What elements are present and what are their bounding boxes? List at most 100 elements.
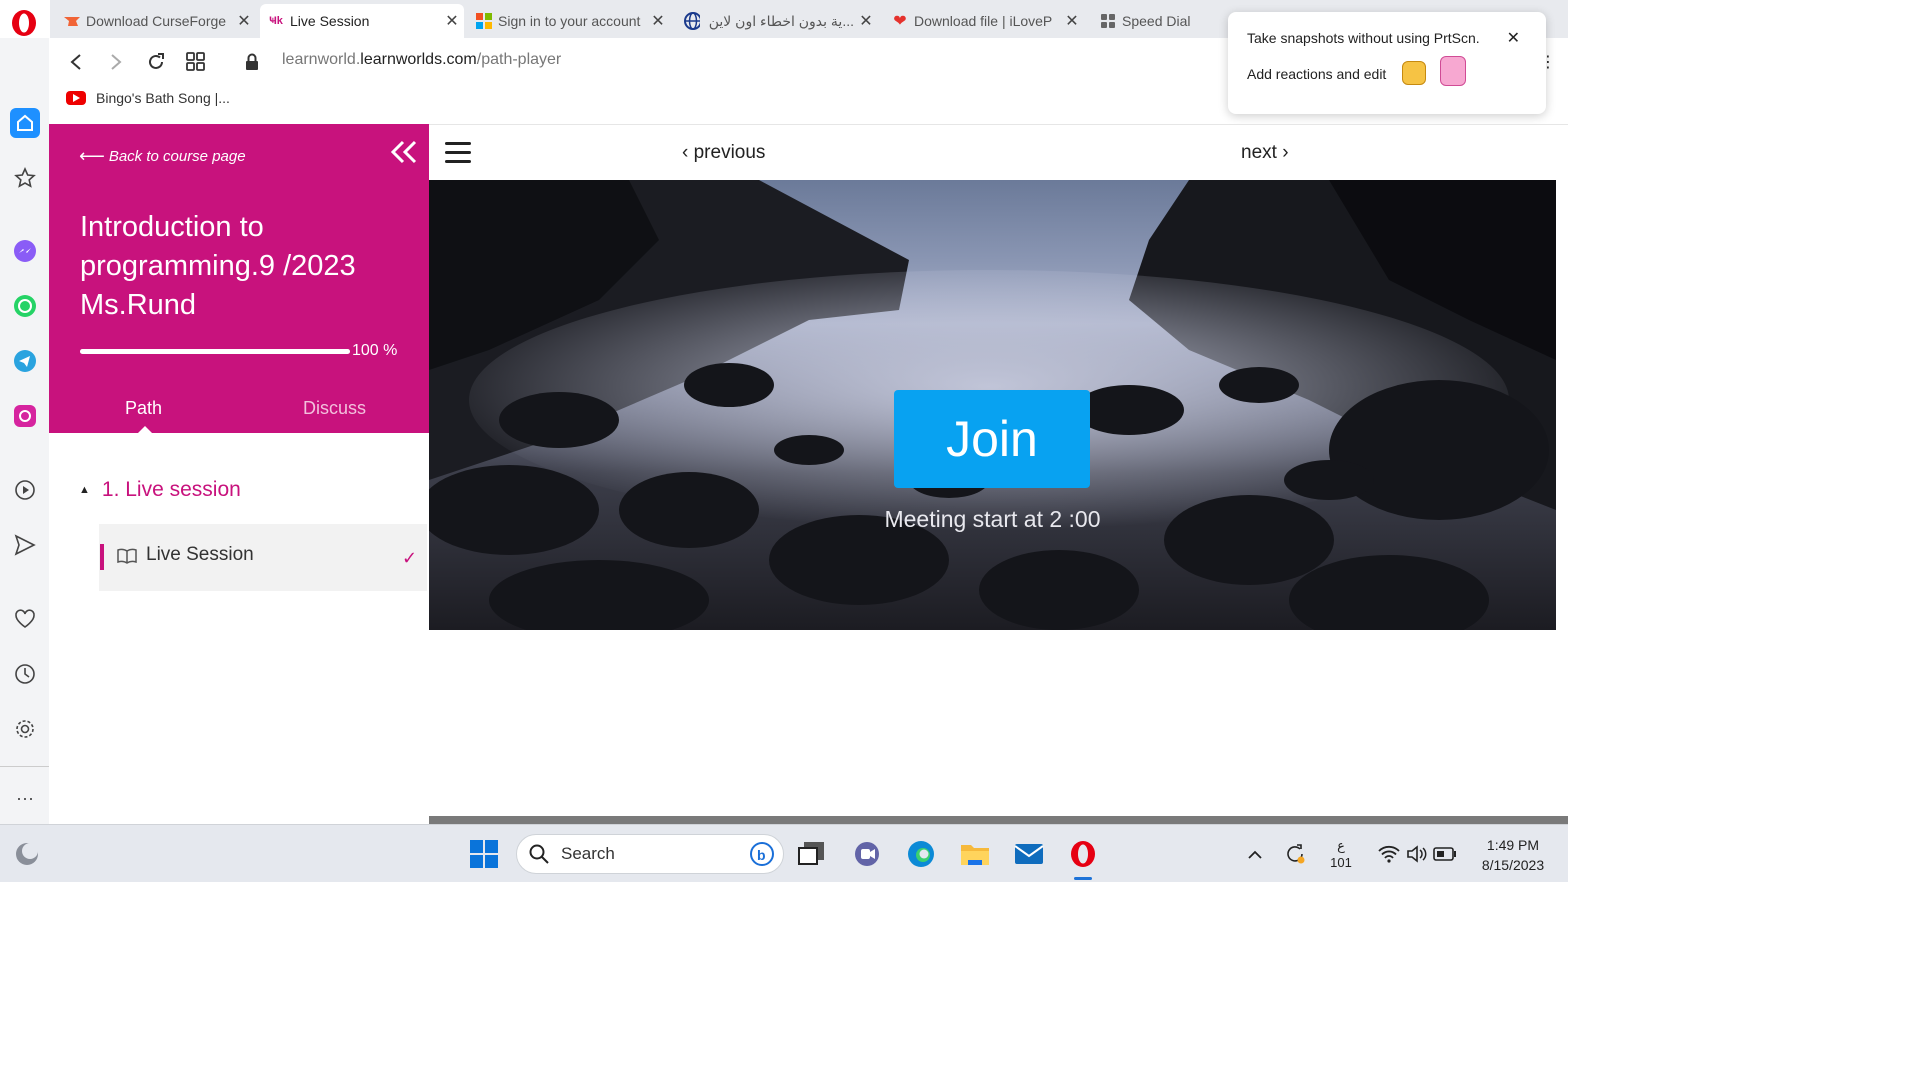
- opera-sidebar: ···: [0, 38, 49, 824]
- heart-icon: ❤: [893, 13, 907, 30]
- taskbar-search-box[interactable]: Search b: [516, 834, 784, 874]
- battery-icon[interactable]: [1428, 837, 1462, 871]
- tab-curseforge[interactable]: Download CurseForge ✕: [56, 4, 256, 38]
- close-tab-icon[interactable]: ✕: [232, 11, 256, 31]
- reload-icon[interactable]: [142, 48, 170, 76]
- course-title: Introduction to programming.9 /2023 Ms.R…: [80, 211, 356, 321]
- course-progress-label: 100 %: [352, 342, 398, 359]
- close-tab-icon[interactable]: ✕: [646, 11, 670, 31]
- task-view-icon[interactable]: [794, 837, 828, 871]
- more-dots-icon[interactable]: ···: [10, 783, 40, 813]
- weather-widget-icon[interactable]: [10, 837, 44, 871]
- tab-title: Sign in to your account: [498, 13, 641, 29]
- bookmark-label: Bingo's Bath Song |...: [96, 90, 230, 106]
- keyboard-layout-label: 101: [1330, 855, 1352, 870]
- next-label: next: [1241, 142, 1277, 163]
- tab-discuss[interactable]: Discuss: [303, 398, 366, 419]
- url-domain: learnworlds.com: [360, 51, 477, 68]
- tabs-grid-icon[interactable]: [182, 48, 210, 76]
- history-icon[interactable]: [10, 659, 40, 689]
- lesson-title: Live Session: [146, 544, 254, 565]
- horizontal-scrollbar[interactable]: [429, 816, 1568, 824]
- opera-menu-icon[interactable]: [8, 6, 40, 38]
- section-live-session[interactable]: ▲ 1. Live session: [79, 478, 241, 502]
- close-tab-icon[interactable]: ✕: [854, 11, 878, 31]
- course-sidebar: ⟵ Back to course page Introduction to pr…: [49, 124, 429, 824]
- caret-up-icon: ▲: [79, 484, 90, 496]
- url-path: /path-player: [476, 51, 562, 68]
- search-label: Search: [561, 844, 615, 863]
- tab-title: Live Session: [290, 13, 370, 29]
- book-icon: [117, 547, 137, 570]
- collapse-sidebar-icon[interactable]: [390, 139, 418, 171]
- active-lesson-indicator: [100, 544, 104, 570]
- tab-live-session[interactable]: Ҹk Live Session ✕: [260, 4, 464, 38]
- lesson-item-live-session[interactable]: Live Session ✓: [99, 524, 427, 591]
- teams-chat-icon[interactable]: [850, 837, 884, 871]
- keyboard-language-indicator[interactable]: ع 101: [1326, 837, 1356, 871]
- snapshot-tip-text-2: Add reactions and edit: [1247, 66, 1387, 82]
- back-icon[interactable]: [62, 48, 90, 76]
- youtube-icon: [66, 91, 86, 105]
- search-icon: [529, 844, 549, 864]
- bing-icon: b: [750, 842, 774, 866]
- home-icon[interactable]: [10, 108, 40, 138]
- player-icon[interactable]: [10, 475, 40, 505]
- url-subdomain: learnworld.: [282, 51, 361, 68]
- tab-title: ...ية بدون اخطاء اون لاين: [708, 12, 854, 29]
- curseforge-icon: [64, 13, 80, 29]
- active-app-indicator: [1074, 877, 1092, 880]
- next-button[interactable]: next ›: [1241, 142, 1289, 164]
- snapshot-tip-popup: Take snapshots without using PrtScn. ✕ A…: [1228, 12, 1546, 114]
- browser-toolbar: Download CurseForge ✕ Ҹk Live Session ✕ …: [0, 0, 1568, 124]
- sync-icon[interactable]: [1278, 837, 1312, 871]
- tab-path[interactable]: Path: [125, 398, 162, 419]
- hamburger-menu-icon[interactable]: [445, 140, 471, 164]
- settings-gear-icon[interactable]: [10, 714, 40, 744]
- tab-title: Speed Dial: [1122, 13, 1191, 29]
- bookmark-bingo[interactable]: Bingo's Bath Song |...: [66, 90, 230, 106]
- windows-taskbar: Search b ع 101 1:49 PM 8/15/2023: [0, 824, 1568, 882]
- messenger-icon[interactable]: [10, 236, 40, 266]
- chevron-left-icon: ‹: [682, 142, 689, 163]
- previous-button[interactable]: ‹ previous: [682, 142, 765, 164]
- clock-date: 8/15/2023: [1481, 857, 1545, 873]
- learnworlds-icon: Ҹk: [269, 15, 283, 27]
- svg-text:b: b: [757, 847, 766, 863]
- emoji-reaction-icon: [1402, 61, 1426, 85]
- opera-taskbar-icon[interactable]: [1066, 837, 1100, 871]
- course-progress-fill: [80, 349, 350, 354]
- bookmarks-star-icon[interactable]: [10, 163, 40, 193]
- tab-speed-dial[interactable]: Speed Dial: [1092, 4, 1212, 38]
- instagram-icon[interactable]: [10, 401, 40, 431]
- send-icon[interactable]: [10, 530, 40, 560]
- back-to-course-link[interactable]: ⟵ Back to course page: [79, 146, 246, 167]
- join-button[interactable]: Join: [894, 390, 1090, 488]
- telegram-icon[interactable]: [10, 346, 40, 376]
- mail-icon[interactable]: [1012, 837, 1046, 871]
- edge-browser-icon[interactable]: [904, 837, 938, 871]
- sticker-icon: [1440, 56, 1466, 86]
- forward-icon[interactable]: [102, 48, 130, 76]
- taskbar-clock[interactable]: 1:49 PM 8/15/2023: [1470, 835, 1556, 875]
- url-field[interactable]: learnworld.learnworlds.com/path-player: [282, 51, 561, 69]
- show-hidden-icons-chevron-up-icon[interactable]: [1238, 837, 1272, 871]
- heart-icon[interactable]: [10, 604, 40, 634]
- course-header: ⟵ Back to course page Introduction to pr…: [49, 124, 429, 434]
- close-popup-icon[interactable]: ✕: [1507, 28, 1520, 48]
- lock-icon[interactable]: [238, 48, 266, 76]
- speed-dial-icon: [1100, 13, 1116, 29]
- tab-title: Download CurseForge: [86, 13, 227, 29]
- tab-microsoft-signin[interactable]: Sign in to your account ✕: [468, 4, 670, 38]
- keyboard-lang-label: ع: [1337, 838, 1345, 853]
- arrow-left-icon: ⟵: [79, 146, 105, 166]
- tab-arabic-spelling[interactable]: ...ية بدون اخطاء اون لاين ✕: [676, 4, 878, 38]
- microsoft-icon: [476, 13, 492, 29]
- file-explorer-icon[interactable]: [958, 837, 992, 871]
- whatsapp-icon[interactable]: [10, 291, 40, 321]
- close-tab-icon[interactable]: ✕: [1060, 11, 1084, 31]
- windows-start-icon[interactable]: [467, 837, 501, 871]
- close-tab-icon[interactable]: ✕: [440, 11, 464, 31]
- tab-ilovepdf[interactable]: ❤ Download file | iLoveP ✕: [884, 4, 1084, 38]
- globe-icon: [684, 12, 700, 30]
